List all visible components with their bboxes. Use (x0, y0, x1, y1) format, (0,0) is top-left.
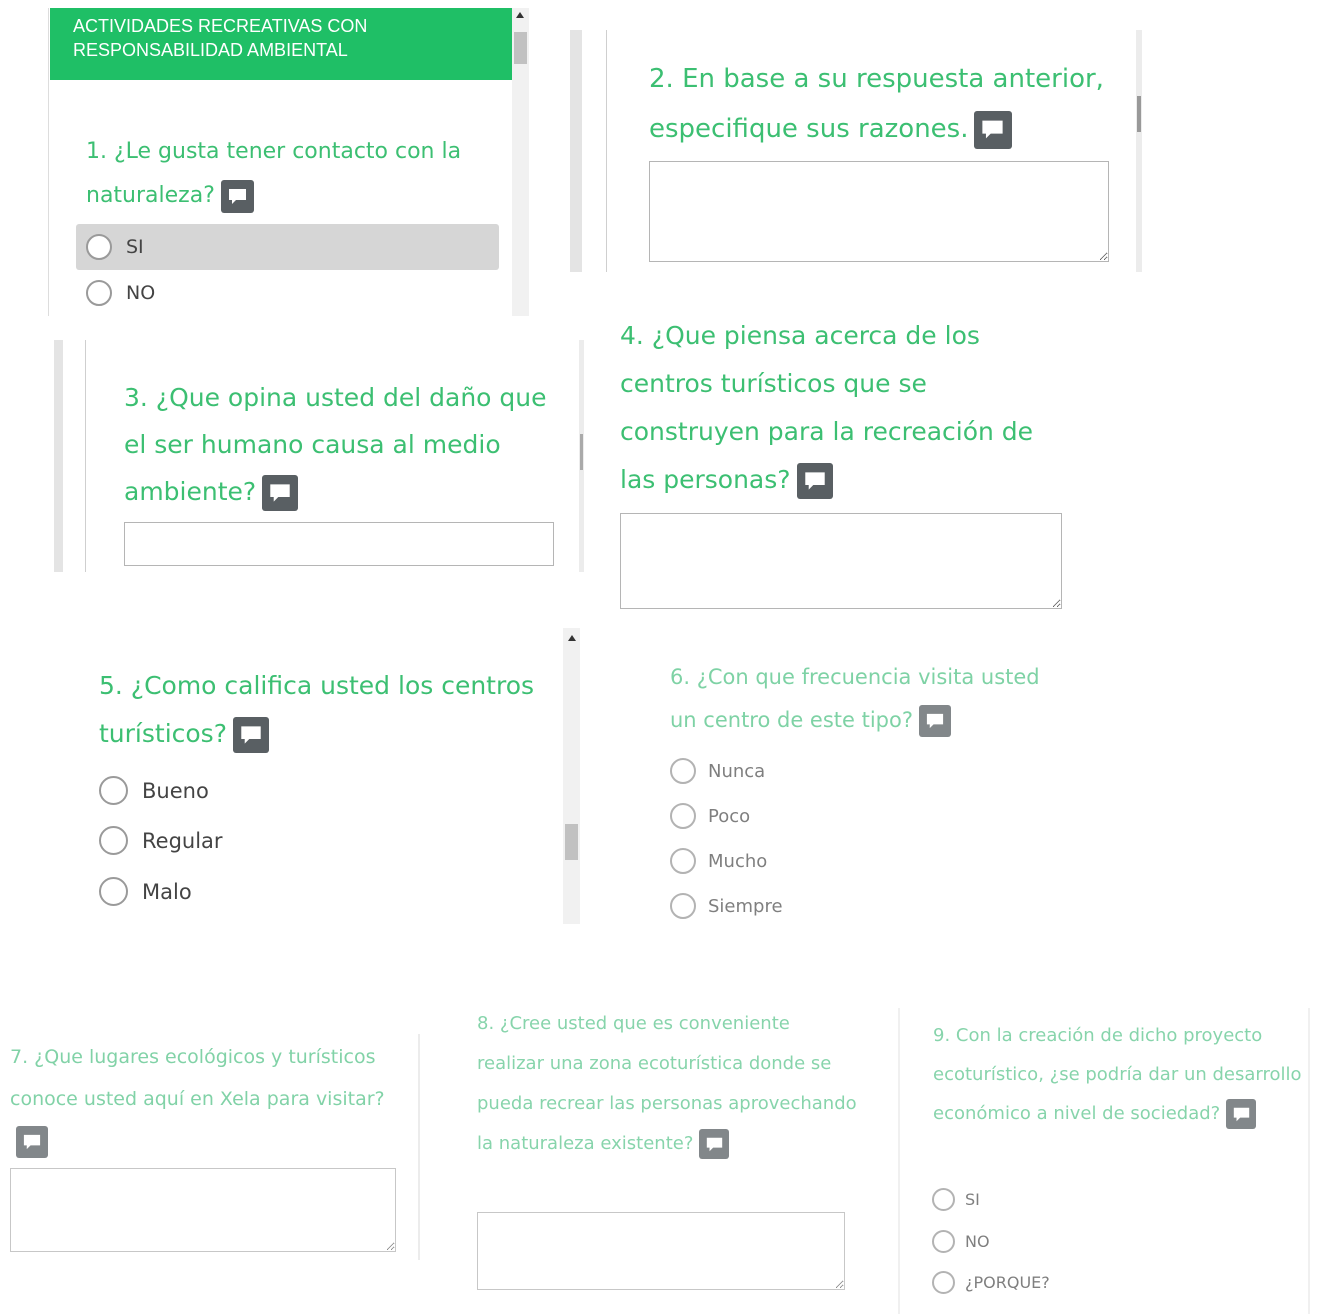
panel-1: ACTIVIDADES RECREATIVAS CON RESPONSABILI… (48, 8, 529, 316)
question-2: 2. En base a su respuesta anterior, espe… (649, 54, 1119, 154)
question-6-text: 6. ¿Con que frecuencia visita usted un c… (670, 665, 1040, 732)
option-label: Regular (142, 828, 223, 853)
radio-icon[interactable] (932, 1230, 955, 1253)
radio-icon[interactable] (670, 803, 696, 829)
radio-icon[interactable] (99, 776, 128, 805)
option-no[interactable]: NO (86, 280, 155, 306)
option-label: Siempre (708, 895, 783, 917)
comment-icon[interactable] (232, 717, 269, 753)
option-mucho[interactable]: Mucho (670, 848, 767, 874)
answer-8-textarea[interactable] (477, 1212, 845, 1290)
question-5: 5. ¿Como califica usted los centros turí… (99, 662, 539, 758)
radio-icon[interactable] (86, 234, 112, 260)
radio-icon[interactable] (932, 1271, 955, 1294)
question-3: 3. ¿Que opina usted del daño que el ser … (124, 374, 564, 515)
question-1-text: 1. ¿Le gusta tener contacto con la natur… (86, 139, 462, 208)
radio-icon[interactable] (670, 893, 696, 919)
question-9: 9. Con la creación de dicho proyecto eco… (933, 1016, 1303, 1133)
option-si[interactable]: SI (86, 234, 144, 260)
panel-6: 6. ¿Con que frecuencia visita usted un c… (660, 656, 1080, 926)
panel-2: 2. En base a su respuesta anterior, espe… (570, 30, 1142, 272)
panel-7: 7. ¿Que lugares ecológicos y turísticos … (0, 1030, 430, 1262)
left-divider (898, 1008, 900, 1314)
divider (606, 30, 607, 272)
comment-icon[interactable] (220, 179, 254, 213)
comment-icon[interactable] (919, 705, 952, 737)
scrollbar-thumb[interactable] (514, 32, 527, 64)
option-label: SI (965, 1190, 980, 1209)
answer-3-input[interactable] (124, 522, 554, 566)
comment-icon[interactable] (699, 1129, 730, 1159)
scrollbar-thumb[interactable] (565, 824, 578, 860)
left-border (54, 340, 63, 572)
answer-2-textarea[interactable] (649, 161, 1109, 262)
scroll-up-arrow[interactable] (516, 12, 524, 18)
option-label: NO (965, 1232, 990, 1251)
option-no[interactable]: NO (932, 1230, 990, 1253)
panel-4: 4. ¿Que piensa acerca de los centros tur… (610, 312, 1090, 622)
option-label: Malo (142, 879, 192, 904)
radio-icon[interactable] (670, 758, 696, 784)
option-label: Poco (708, 805, 751, 827)
panel-3: 3. ¿Que opina usted del daño que el ser … (54, 340, 584, 572)
option-siempre[interactable]: Siempre (670, 893, 783, 919)
question-5-text: 5. ¿Como califica usted los centros turí… (99, 671, 535, 748)
option-bueno[interactable]: Bueno (99, 776, 209, 805)
question-8: 8. ¿Cree usted que es conveniente realiz… (477, 1004, 857, 1164)
question-7: 7. ¿Que lugares ecológicos y turísticos … (10, 1036, 405, 1162)
right-scrollbar[interactable] (1136, 30, 1142, 272)
panel-5: 5. ¿Como califica usted los centros turí… (60, 628, 580, 924)
comment-icon[interactable] (16, 1125, 48, 1158)
scrollbar[interactable] (563, 628, 580, 924)
option-si[interactable]: SI (932, 1188, 980, 1211)
left-border (570, 30, 582, 272)
answer-4-textarea[interactable] (620, 513, 1062, 609)
comment-icon[interactable] (262, 475, 299, 511)
question-7-text: 7. ¿Que lugares ecológicos y turísticos … (10, 1046, 385, 1110)
question-2-text: 2. En base a su respuesta anterior, espe… (649, 64, 1104, 144)
scrollbar-thumb[interactable] (1137, 96, 1141, 132)
radio-icon[interactable] (670, 848, 696, 874)
scroll-up-arrow[interactable] (568, 635, 576, 641)
option-label: Nunca (708, 760, 766, 782)
right-divider (418, 1034, 420, 1260)
option-label: NO (126, 282, 156, 304)
radio-icon[interactable] (99, 877, 128, 906)
survey-title: ACTIVIDADES RECREATIVAS CON RESPONSABILI… (73, 16, 368, 60)
question-4: 4. ¿Que piensa acerca de los centros tur… (620, 312, 1070, 504)
radio-icon[interactable] (932, 1188, 955, 1211)
option-regular[interactable]: Regular (99, 826, 223, 855)
panel-8: 8. ¿Cree usted que es conveniente realiz… (470, 1002, 870, 1298)
radio-icon[interactable] (99, 826, 128, 855)
comment-icon[interactable] (974, 110, 1013, 149)
question-6: 6. ¿Con que frecuencia visita usted un c… (670, 656, 1070, 742)
option-malo[interactable]: Malo (99, 877, 192, 906)
right-divider (1308, 1008, 1310, 1314)
option-porque[interactable]: ¿PORQUE? (932, 1271, 1050, 1294)
option-label: SI (126, 236, 144, 258)
divider (85, 340, 86, 572)
option-label: Bueno (142, 778, 209, 803)
option-poco[interactable]: Poco (670, 803, 750, 829)
panel-9: 9. Con la creación de dicho proyecto eco… (898, 1008, 1313, 1314)
radio-icon[interactable] (86, 280, 112, 306)
scrollbar-thumb[interactable] (580, 434, 583, 470)
option-label: ¿PORQUE? (965, 1273, 1050, 1292)
comment-icon[interactable] (796, 463, 833, 499)
question-3-text: 3. ¿Que opina usted del daño que el ser … (124, 383, 547, 506)
answer-7-textarea[interactable] (10, 1168, 396, 1252)
question-8-text: 8. ¿Cree usted que es conveniente realiz… (477, 1013, 857, 1154)
option-label: Mucho (708, 850, 768, 872)
option-nunca[interactable]: Nunca (670, 758, 765, 784)
question-1: 1. ¿Le gusta tener contacto con la natur… (86, 130, 466, 218)
comment-icon[interactable] (1226, 1099, 1257, 1129)
